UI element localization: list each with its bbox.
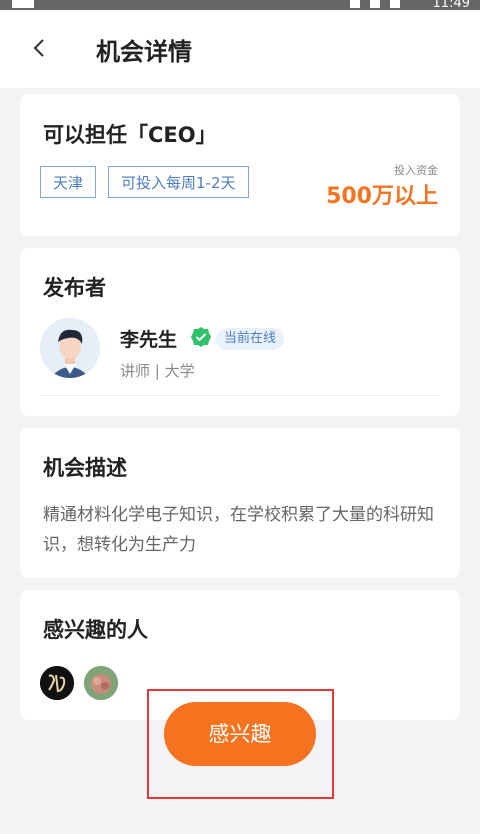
interested-person-avatar[interactable] <box>84 666 118 700</box>
investment-label: 投入资金 <box>394 164 438 177</box>
page-title: 机会详情 <box>96 38 192 66</box>
publisher-card: 发布者 李先生 当前在线 讲师 | 大学 <box>20 248 460 416</box>
photo-avatar-icon <box>84 666 118 700</box>
description-card: 机会描述 精通材料化学电子知识，在学校积累了大量的科研知识，想转化为生产力 <box>20 428 460 578</box>
interested-card: 感兴趣的人 <box>20 590 460 720</box>
publisher-section-title: 发布者 <box>43 276 106 300</box>
verified-badge-icon <box>191 327 211 347</box>
signal-icon <box>370 0 380 8</box>
avatar[interactable] <box>40 318 100 378</box>
publisher-name: 李先生 <box>120 329 178 351</box>
opportunity-title: 可以担任「CEO」 <box>43 123 217 147</box>
calligraphy-avatar-icon <box>40 666 74 700</box>
interested-person-avatar[interactable] <box>40 666 74 700</box>
status-bar: 11:49 <box>0 0 480 11</box>
notification-icon <box>12 0 34 8</box>
header: 机会详情 <box>0 10 480 88</box>
time-commitment-tag: 可投入每周1-2天 <box>108 166 249 198</box>
wifi-icon <box>350 0 360 8</box>
opportunity-card: 可以担任「CEO」 天津 可投入每周1-2天 投入资金 500万以上 <box>20 94 460 236</box>
battery-icon <box>390 0 400 8</box>
publisher-meta: 讲师 | 大学 <box>120 362 195 380</box>
location-tag: 天津 <box>40 166 97 198</box>
investment-value: 500万以上 <box>326 184 438 209</box>
interested-button[interactable]: 感兴趣 <box>164 702 316 766</box>
interested-people-list <box>40 666 118 700</box>
description-text: 精通材料化学电子知识，在学校积累了大量的科研知识，想转化为生产力 <box>43 505 434 555</box>
back-arrow-icon[interactable] <box>28 36 52 60</box>
person-avatar-icon <box>40 318 100 378</box>
description-section-title: 机会描述 <box>43 456 127 480</box>
tag-list: 天津 可投入每周1-2天 <box>40 166 249 198</box>
online-status-badge: 当前在线 <box>216 328 285 350</box>
divider <box>40 395 440 396</box>
interested-section-title: 感兴趣的人 <box>43 618 148 642</box>
